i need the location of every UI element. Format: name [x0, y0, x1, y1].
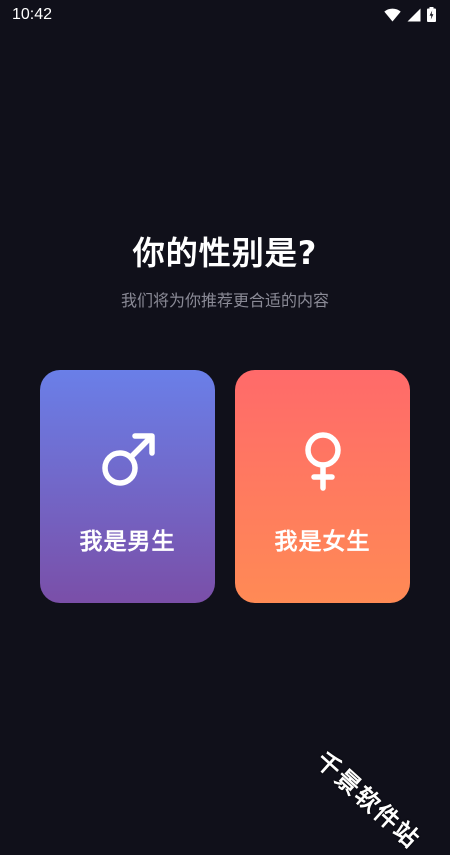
female-symbol-icon [293, 430, 353, 492]
status-bar: 10:42 [0, 0, 450, 32]
male-option-card[interactable]: 我是男生 [40, 370, 215, 603]
female-option-label: 我是女生 [274, 529, 371, 555]
page-title: 你的性别是? [132, 234, 318, 272]
battery-icon [427, 7, 436, 22]
page-subtitle: 我们将为你推荐更合适的内容 [120, 291, 329, 310]
male-symbol-icon [98, 430, 158, 490]
signal-icon [407, 8, 421, 22]
status-icons [384, 7, 436, 22]
watermark-text: 千景软件站 [310, 746, 426, 855]
wifi-icon [384, 8, 401, 22]
male-option-label: 我是男生 [79, 529, 176, 555]
female-option-card[interactable]: 我是女生 [235, 370, 410, 603]
status-time: 10:42 [12, 6, 53, 23]
